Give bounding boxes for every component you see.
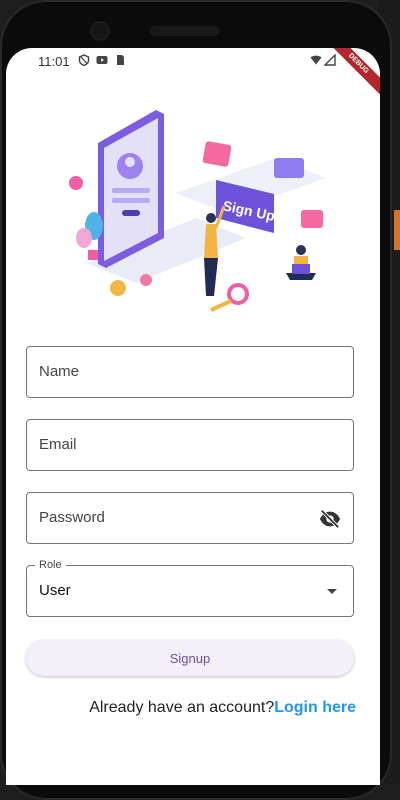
signup-illustration: Sign Up (69, 110, 326, 312)
dropdown-arrow-icon (327, 589, 337, 594)
background-marker (394, 210, 400, 250)
speaker-grille (150, 26, 220, 36)
signup-button[interactable]: Signup (26, 640, 354, 676)
app-screen: 11:01 DEBUG Sign Up Name Email Password … (6, 48, 380, 785)
email-placeholder: Email (39, 436, 77, 453)
phone-frame: 11:01 DEBUG Sign Up Name Email Password … (0, 0, 392, 800)
status-time: 11:01 (38, 54, 70, 69)
login-link[interactable]: Login here (274, 699, 356, 716)
password-field[interactable]: Password (26, 492, 354, 544)
role-dropdown[interactable]: Role User (26, 559, 354, 617)
password-placeholder: Password (39, 509, 105, 526)
shield-icon (78, 54, 90, 66)
role-label: Role (35, 559, 66, 571)
wifi-icon (310, 55, 322, 65)
name-field[interactable]: Name (26, 346, 354, 398)
login-prompt: Already have an account? (89, 699, 275, 716)
visibility-off-icon[interactable] (319, 508, 341, 530)
signal-icon (324, 54, 336, 66)
role-value: User (39, 582, 71, 599)
status-bar: 11:01 DEBUG (6, 48, 380, 97)
email-field[interactable]: Email (26, 419, 354, 471)
youtube-icon (96, 56, 108, 64)
name-placeholder: Name (39, 363, 80, 380)
login-row: Already have an account?Login here (89, 699, 356, 717)
sim-card-icon (117, 55, 124, 65)
camera-icon (92, 23, 108, 39)
